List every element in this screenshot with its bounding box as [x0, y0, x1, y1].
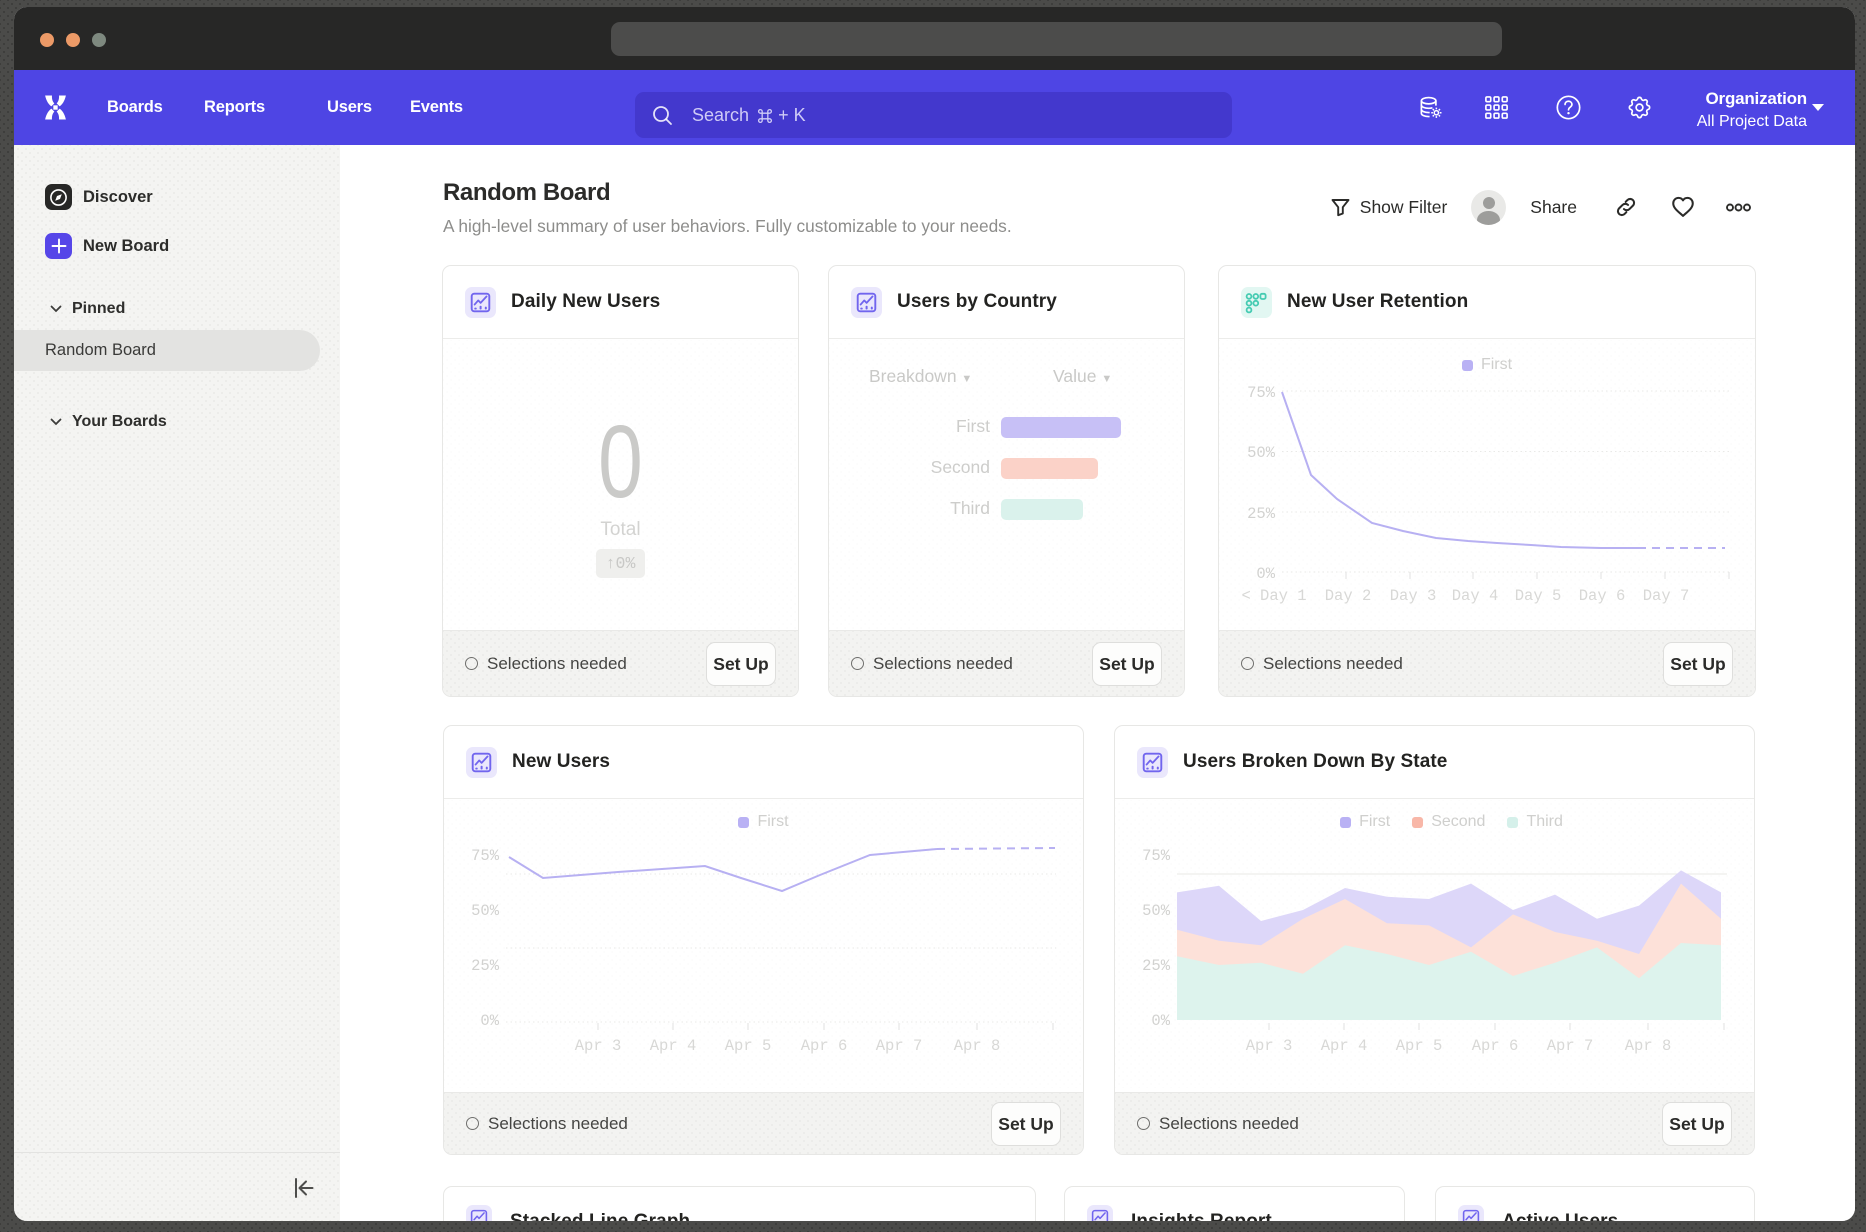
- svg-text:Apr 7: Apr 7: [876, 1037, 923, 1055]
- svg-text:Apr 8: Apr 8: [954, 1037, 1001, 1055]
- svg-text:25%: 25%: [1247, 505, 1276, 523]
- svg-text:75%: 75%: [471, 847, 500, 865]
- svg-text:0%: 0%: [1151, 1012, 1170, 1030]
- svg-text:Apr 7: Apr 7: [1547, 1037, 1594, 1055]
- svg-text:0%: 0%: [480, 1012, 499, 1030]
- svg-text:Apr 3: Apr 3: [575, 1037, 622, 1055]
- svg-text:Apr 6: Apr 6: [801, 1037, 848, 1055]
- svg-text:75%: 75%: [1247, 384, 1276, 402]
- svg-text:25%: 25%: [1142, 957, 1171, 975]
- svg-text:Day 3: Day 3: [1390, 587, 1437, 605]
- svg-text:Day 2: Day 2: [1325, 587, 1372, 605]
- svg-text:50%: 50%: [1247, 444, 1276, 462]
- svg-text:0%: 0%: [1256, 565, 1275, 583]
- svg-text:Apr 6: Apr 6: [1472, 1037, 1519, 1055]
- svg-text:Apr 3: Apr 3: [1246, 1037, 1293, 1055]
- svg-text:50%: 50%: [1142, 902, 1171, 920]
- svg-text:50%: 50%: [471, 902, 500, 920]
- svg-text:Apr 5: Apr 5: [725, 1037, 772, 1055]
- svg-text:75%: 75%: [1142, 847, 1171, 865]
- svg-text:< Day 1: < Day 1: [1241, 587, 1306, 605]
- svg-text:Day 4: Day 4: [1452, 587, 1499, 605]
- svg-text:Apr 4: Apr 4: [1321, 1037, 1368, 1055]
- svg-text:25%: 25%: [471, 957, 500, 975]
- svg-text:Day 5: Day 5: [1515, 587, 1562, 605]
- svg-text:Day 6: Day 6: [1579, 587, 1626, 605]
- svg-text:Apr 8: Apr 8: [1625, 1037, 1672, 1055]
- svg-text:Apr 5: Apr 5: [1396, 1037, 1443, 1055]
- svg-text:Apr 4: Apr 4: [650, 1037, 697, 1055]
- svg-text:Day 7: Day 7: [1643, 587, 1690, 605]
